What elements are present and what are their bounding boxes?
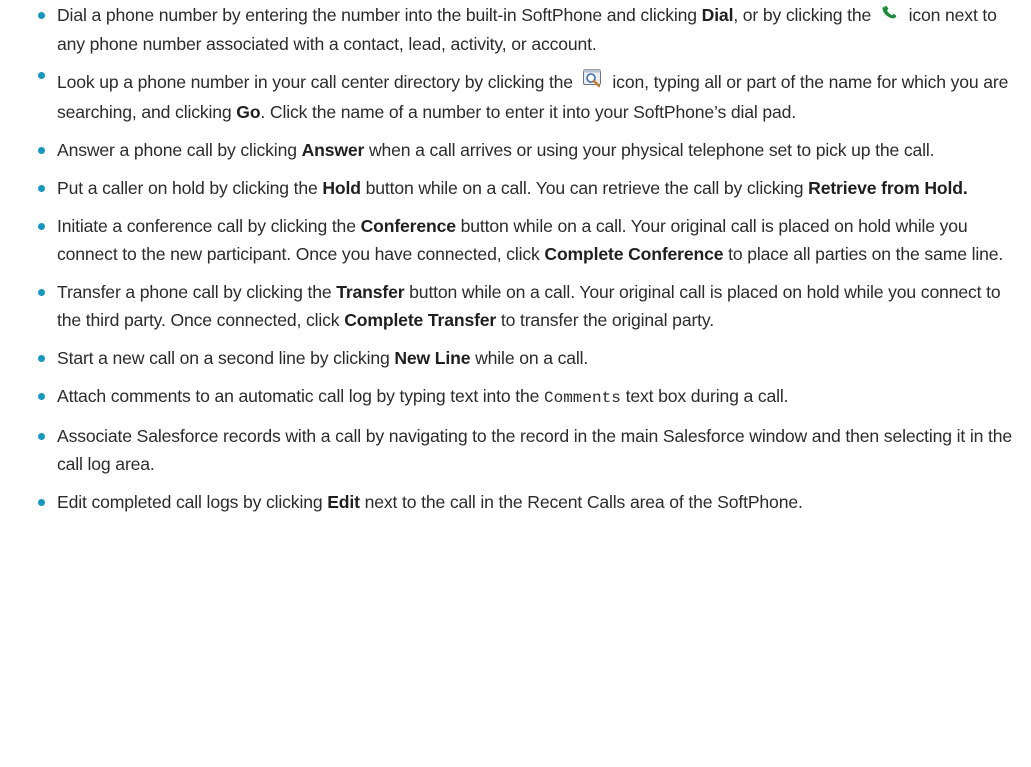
complete-transfer-label: Complete Transfer — [344, 309, 497, 330]
list-item-comments: Attach comments to an automatic call log… — [38, 382, 1017, 412]
transfer-label: Transfer — [336, 281, 405, 302]
list-item-dial: Dial a phone number by entering the numb… — [38, 1, 1017, 58]
go-label: Go — [236, 101, 261, 122]
list-item-edit-logs: Edit completed call logs by clicking Edi… — [38, 488, 1017, 516]
conference-label: Conference — [360, 215, 456, 236]
edit-label: Edit — [327, 491, 360, 512]
list-item-associate-records: Associate Salesforce records with a call… — [38, 422, 1017, 478]
list-item-hold: Put a caller on hold by clicking the Hol… — [38, 174, 1017, 202]
phone-handset-icon — [880, 0, 900, 28]
list-item-new-line: Start a new call on a second line by cli… — [38, 344, 1017, 372]
bullet-icon — [38, 12, 45, 19]
new-line-label: New Line — [394, 347, 471, 368]
directory-search-icon — [582, 68, 604, 96]
retrieve-from-hold-label: Retrieve from Hold. — [808, 177, 968, 198]
bullet-icon — [38, 392, 45, 400]
bullet-icon — [38, 72, 45, 80]
answer-label: Answer — [301, 139, 365, 160]
comments-field-name: Comments — [544, 388, 621, 407]
list-item-answer: Answer a phone call by clicking Answer w… — [38, 136, 1017, 164]
bullet-icon — [38, 222, 45, 230]
document-page: Dial a phone number by entering the numb… — [0, 0, 1031, 767]
bullet-icon — [38, 184, 45, 192]
list-item-transfer: Transfer a phone call by clicking the Tr… — [38, 278, 1017, 334]
softphone-features-list: Dial a phone number by entering the numb… — [38, 1, 1017, 516]
list-item-directory-lookup: Look up a phone number in your call cent… — [38, 68, 1017, 125]
list-item-conference: Initiate a conference call by clicking t… — [38, 212, 1017, 268]
bullet-icon — [38, 146, 45, 154]
bullet-icon — [38, 432, 45, 440]
bullet-icon — [38, 354, 45, 362]
dial-label: Dial — [701, 5, 734, 25]
bullet-icon — [38, 498, 45, 506]
hold-label: Hold — [322, 177, 361, 198]
bullet-icon — [38, 288, 45, 296]
complete-conference-label: Complete Conference — [544, 243, 724, 264]
